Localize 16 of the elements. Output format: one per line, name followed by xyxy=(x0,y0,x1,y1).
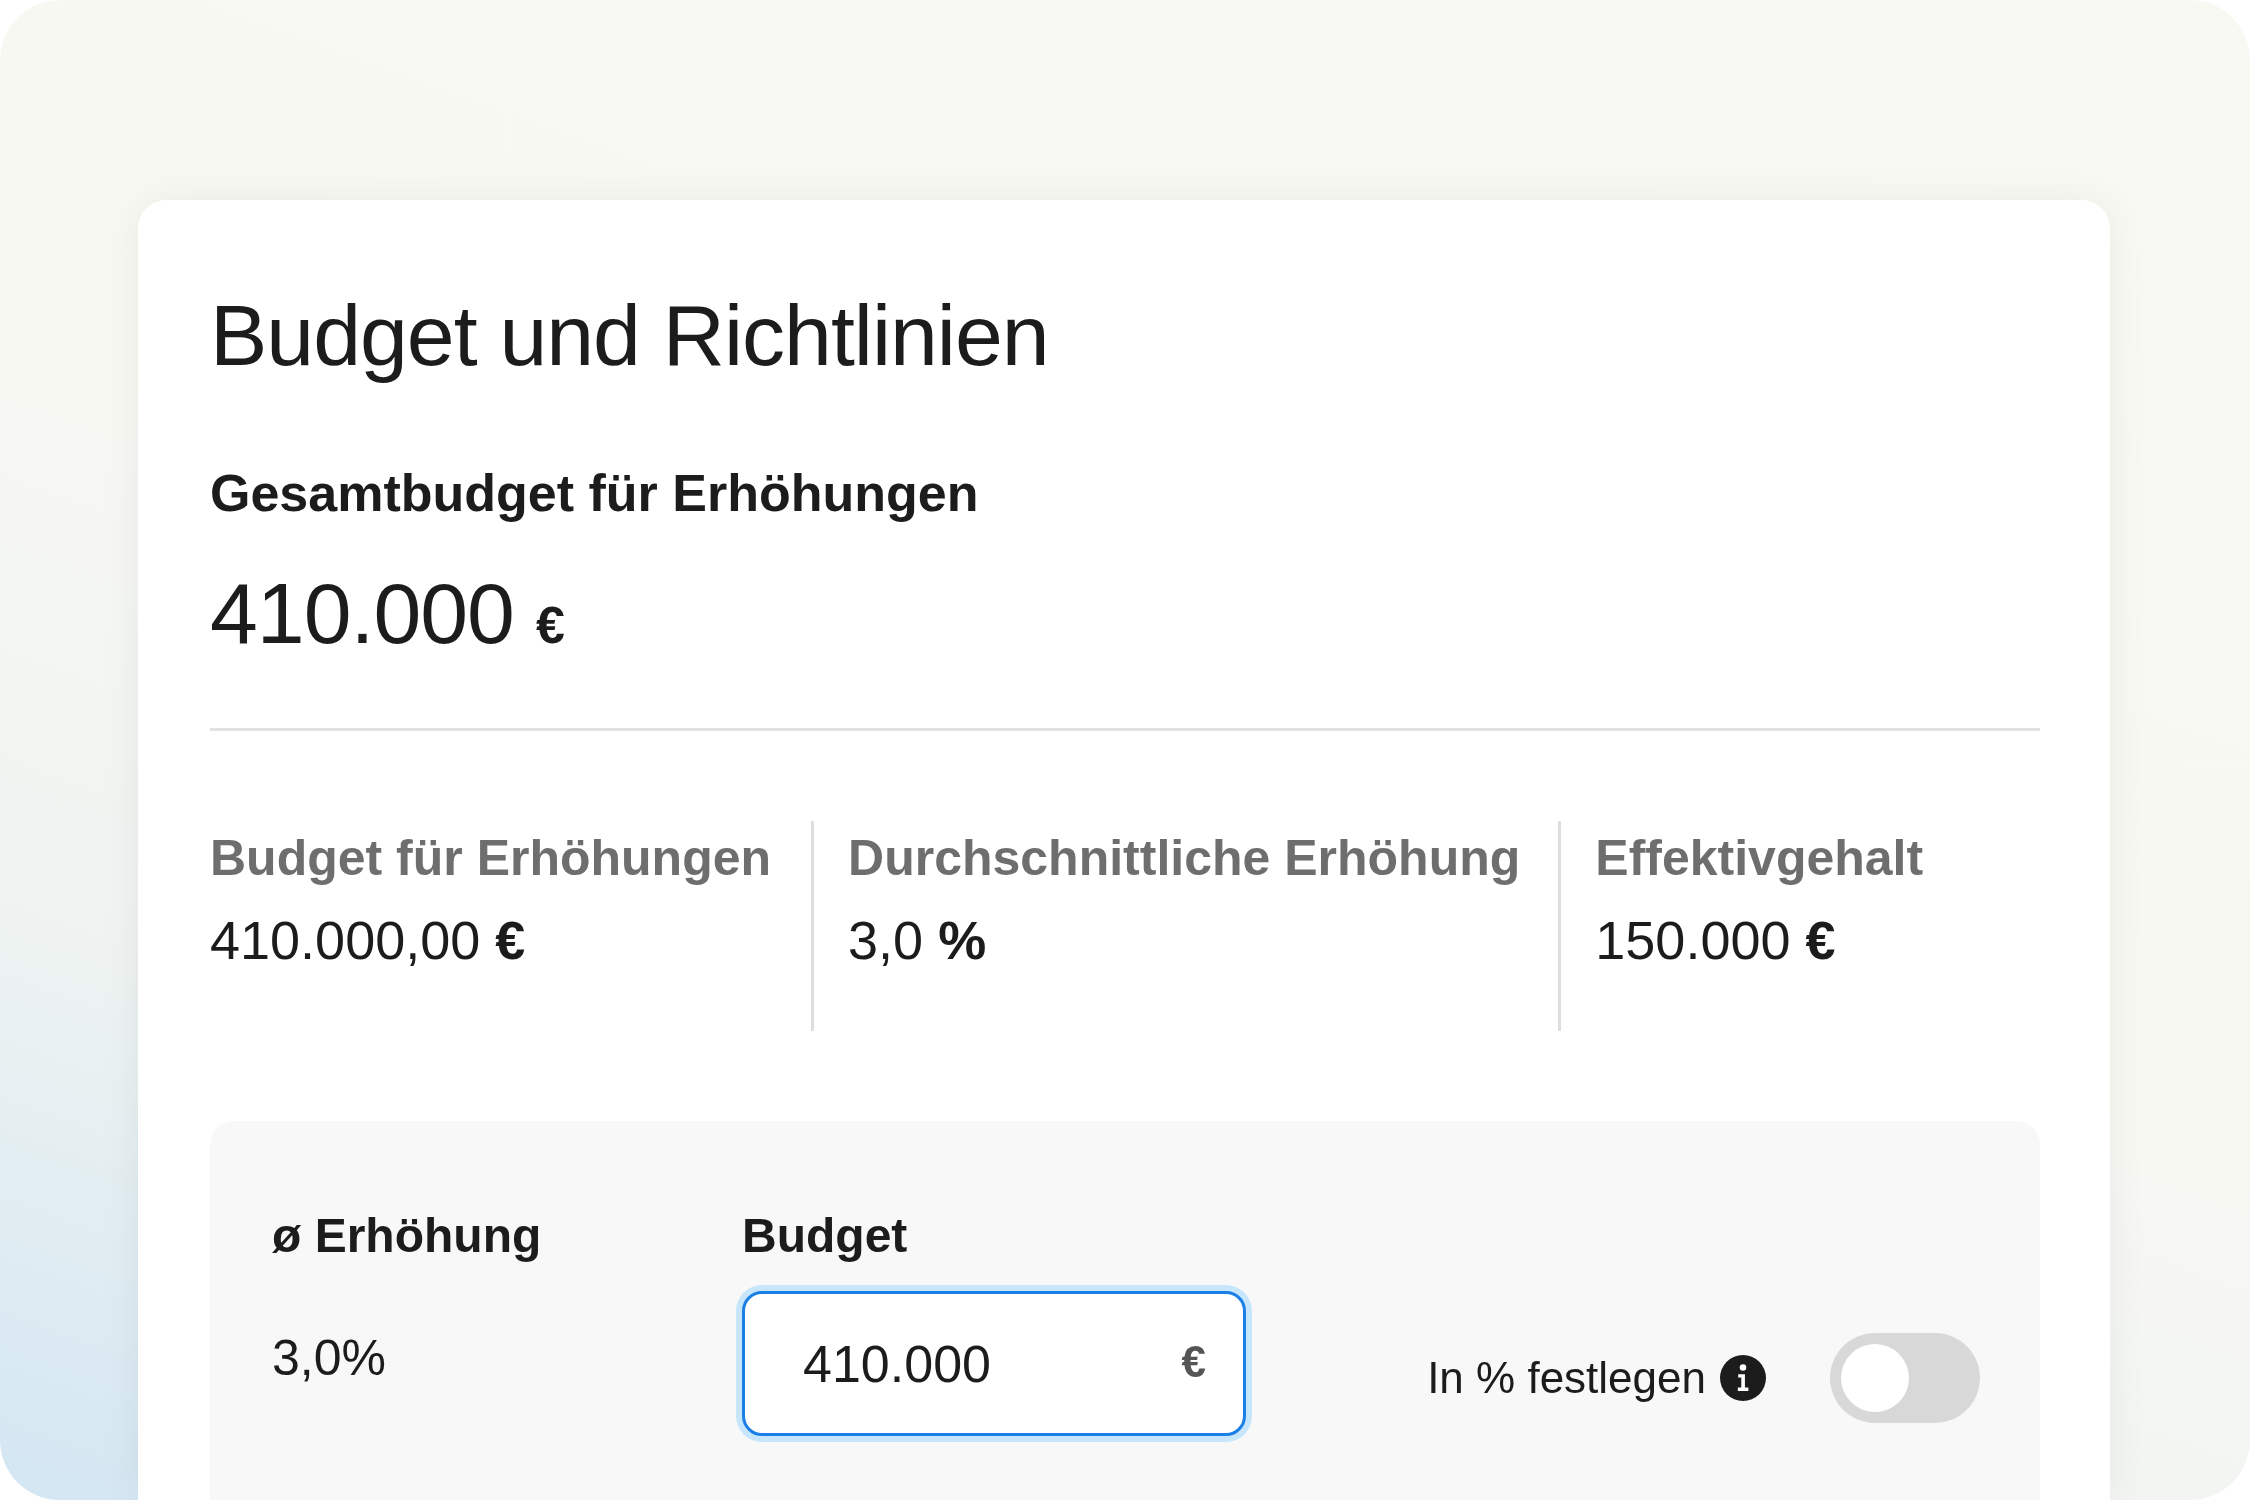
stat-label: Durchschnittliche Erhöhung xyxy=(848,829,1521,887)
info-icon[interactable] xyxy=(1720,1355,1766,1401)
stat-value: 150.000 € xyxy=(1595,909,1837,971)
field-label: ø Erhöhung xyxy=(272,1208,543,1264)
page-title: Budget und Richtlinien xyxy=(210,286,1050,385)
section-heading: Gesamtbudget für Erhöhungen xyxy=(210,463,980,524)
stat-label: Effektivgehalt xyxy=(1595,829,1924,887)
stat-value: 3,0 % xyxy=(848,909,988,971)
stat-value: 410.000,00 € xyxy=(210,909,527,971)
total-amount: 410.000 xyxy=(210,564,514,663)
stat-label: Budget für Erhöhungen xyxy=(210,829,772,887)
currency-suffix: € xyxy=(1181,1337,1206,1387)
toggle-label: In % festlegen xyxy=(1427,1353,1706,1403)
currency-symbol: € xyxy=(535,595,565,655)
field-label: Budget xyxy=(742,1208,909,1264)
average-value: 3,0% xyxy=(272,1329,387,1387)
